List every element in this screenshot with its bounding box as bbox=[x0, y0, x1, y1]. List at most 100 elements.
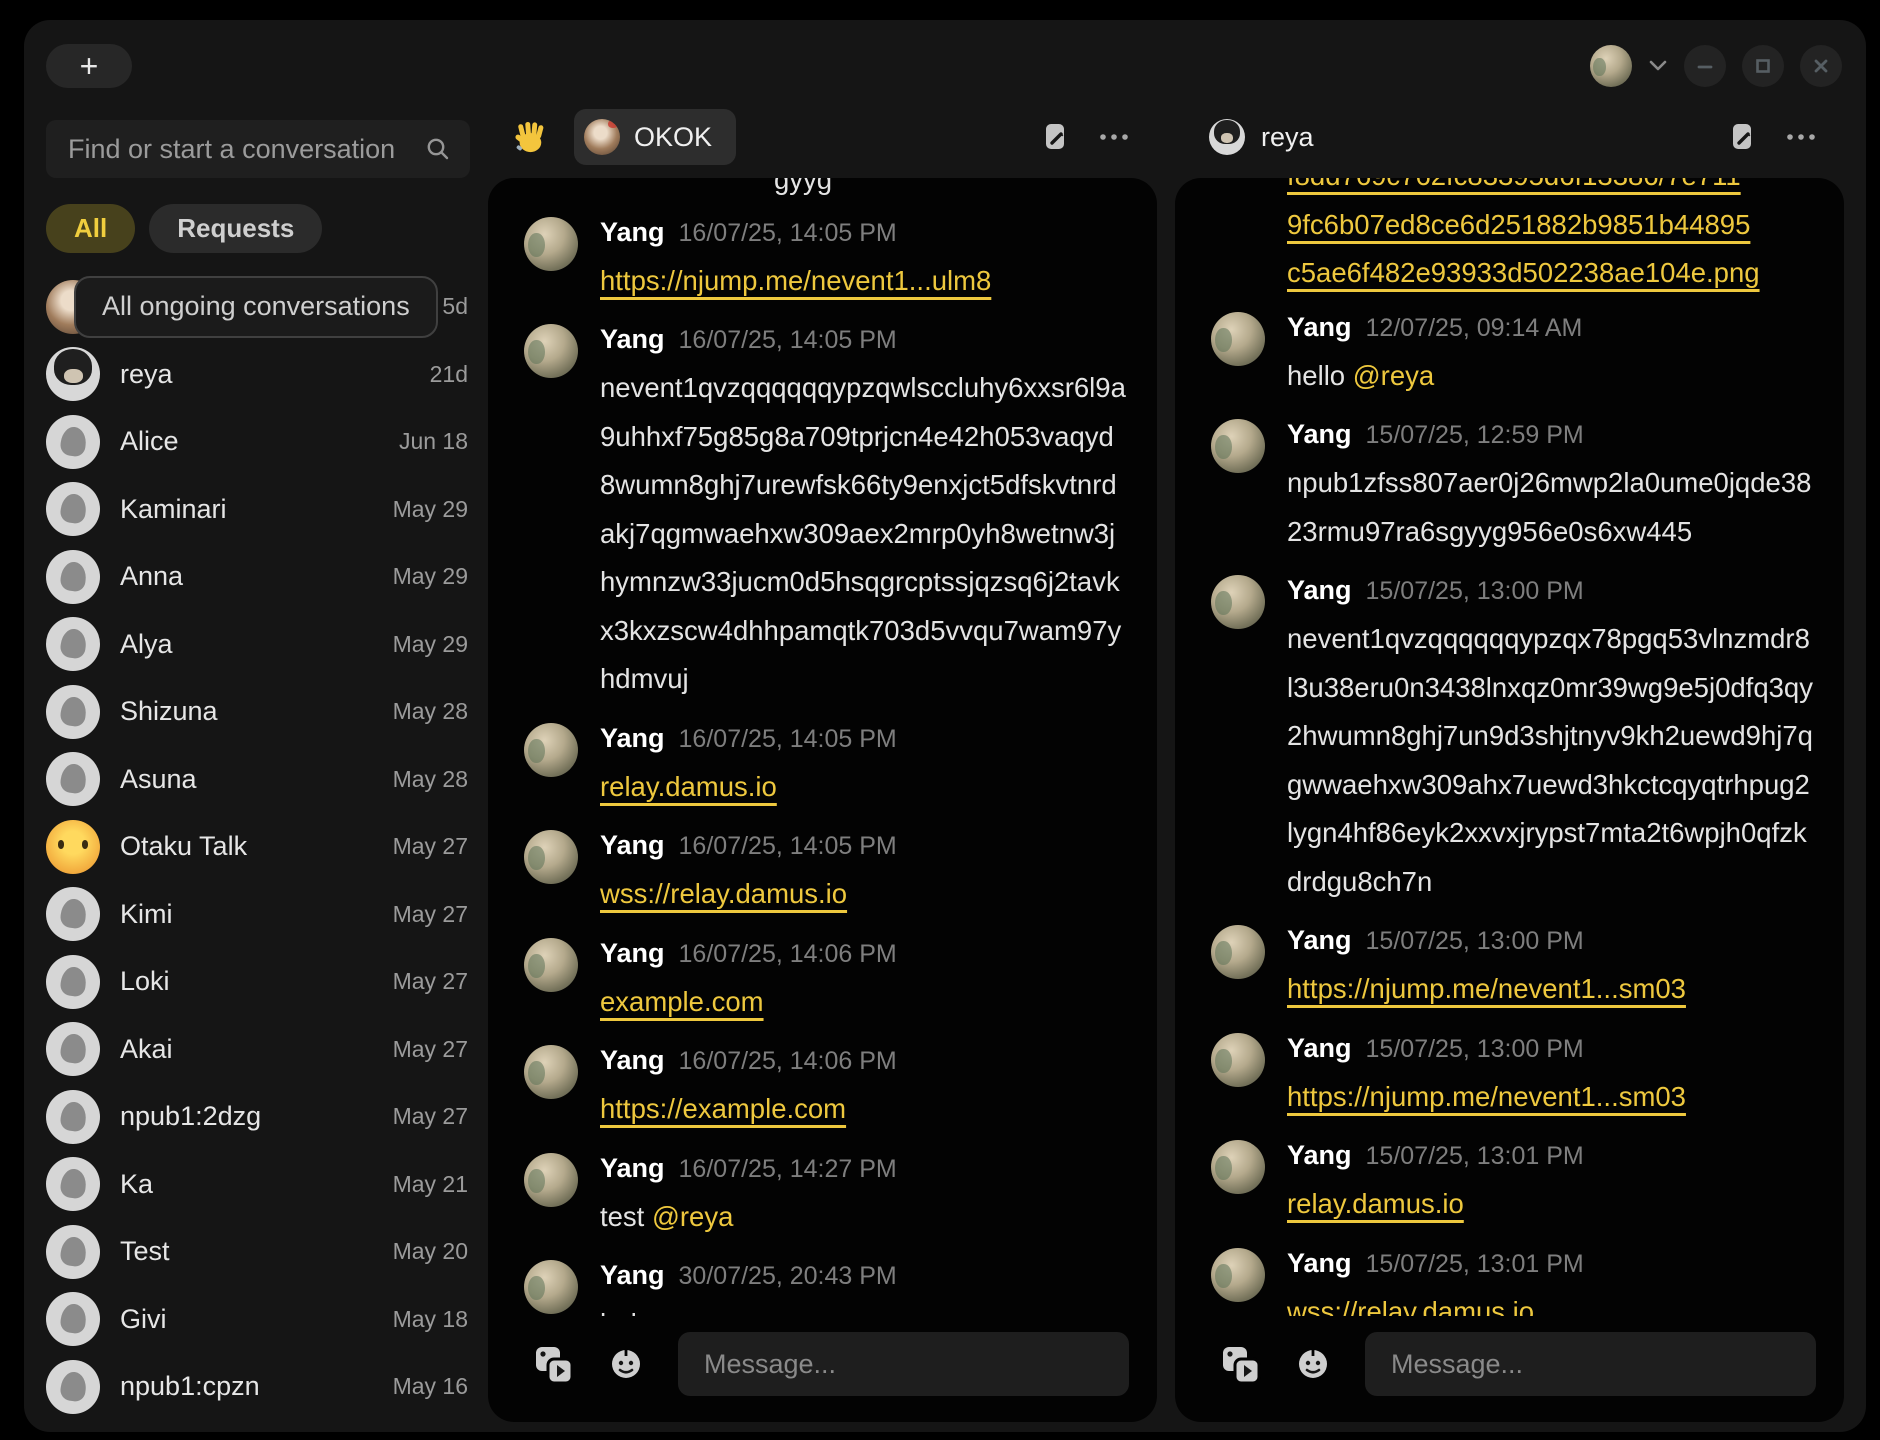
overflow-menu-icon[interactable] bbox=[1097, 132, 1131, 142]
tab-requests[interactable]: Requests bbox=[149, 204, 322, 253]
message-link[interactable]: https://njump.me/nevent1...ulm8 bbox=[600, 265, 991, 296]
message-link[interactable]: https://njump.me/nevent1...sm03 bbox=[1287, 973, 1686, 1004]
conversation-row[interactable]: AkaiMay 27 bbox=[46, 1016, 470, 1084]
message-link[interactable]: https://njump.me/nevent1...sm03 bbox=[1287, 1081, 1686, 1112]
conversation-row-hovered[interactable]: All ongoing conversations 5d bbox=[46, 273, 470, 341]
conversation-date: May 29 bbox=[393, 631, 470, 658]
chat-avatar[interactable] bbox=[1209, 119, 1245, 155]
avatar[interactable] bbox=[524, 1153, 578, 1207]
chat-header: reya bbox=[1175, 108, 1844, 166]
wave-hand-emoji bbox=[512, 119, 548, 155]
message-link[interactable]: relay.damus.io bbox=[600, 771, 777, 802]
conversation-row[interactable]: KimiMay 27 bbox=[46, 881, 470, 949]
avatar[interactable] bbox=[524, 723, 578, 777]
message: Yang16/07/25, 14:05 PM wss://relay.damus… bbox=[524, 830, 1127, 919]
plus-icon: + bbox=[80, 50, 99, 82]
message-text: hello bbox=[1287, 360, 1353, 391]
clipped-link-lines[interactable]: f8dd769c762fc83395d6f13386/7e711 9fc6b07… bbox=[1287, 178, 1814, 298]
conversation-date: May 28 bbox=[393, 698, 470, 725]
avatar bbox=[46, 1022, 100, 1076]
message-author: Yang bbox=[600, 217, 665, 248]
mention-link[interactable]: @reya bbox=[652, 1201, 733, 1232]
tab-all[interactable]: All bbox=[46, 204, 135, 253]
message-timestamp: 12/07/25, 09:14 AM bbox=[1366, 314, 1583, 343]
media-gif-icon[interactable] bbox=[532, 1343, 574, 1385]
mention-link[interactable]: @reya bbox=[1353, 360, 1434, 391]
message-author: Yang bbox=[1287, 419, 1352, 450]
media-gif-icon[interactable] bbox=[1219, 1343, 1261, 1385]
conversation-row[interactable]: Otaku TalkMay 27 bbox=[46, 813, 470, 881]
account-avatar[interactable] bbox=[1590, 45, 1632, 87]
avatar[interactable] bbox=[524, 324, 578, 378]
avatar[interactable] bbox=[524, 830, 578, 884]
avatar[interactable] bbox=[524, 1260, 578, 1314]
overflow-menu-icon[interactable] bbox=[1784, 132, 1818, 142]
minimize-icon bbox=[1695, 56, 1715, 76]
compose-note-icon[interactable] bbox=[1041, 121, 1071, 153]
conversation-row[interactable]: Shizuna May 28 bbox=[46, 678, 470, 746]
app-window: + bbox=[24, 20, 1866, 1432]
message-author: Yang bbox=[1287, 1140, 1352, 1171]
avatar[interactable] bbox=[1211, 312, 1265, 366]
conversation-date: May 27 bbox=[393, 1036, 470, 1063]
message-author: Yang bbox=[600, 1153, 665, 1184]
message-timestamp: 16/07/25, 14:05 PM bbox=[679, 219, 897, 248]
conversation-row[interactable]: AlyaMay 29 bbox=[46, 611, 470, 679]
conversation-row[interactable]: AliceJun 18 bbox=[46, 408, 470, 476]
avatar[interactable] bbox=[1211, 925, 1265, 979]
message: Yang12/07/25, 09:14 AM hello @reya bbox=[1211, 312, 1814, 401]
avatar[interactable] bbox=[524, 938, 578, 992]
conversation-name: Anna bbox=[120, 561, 183, 592]
message-author: Yang bbox=[1287, 925, 1352, 956]
search-bar[interactable] bbox=[46, 120, 470, 178]
compose-note-icon[interactable] bbox=[1728, 121, 1758, 153]
conversation-row[interactable]: GiviMay 18 bbox=[46, 1286, 470, 1354]
message: Yang16/07/25, 14:06 PM example.com bbox=[524, 938, 1127, 1027]
chevron-down-icon[interactable] bbox=[1648, 58, 1668, 74]
conversation-row[interactable]: npub1:cpznMay 16 bbox=[46, 1353, 470, 1421]
message-link[interactable]: relay.damus.io bbox=[1287, 1188, 1464, 1219]
search-input[interactable] bbox=[66, 133, 424, 166]
conversation-row[interactable]: KaminariMay 29 bbox=[46, 476, 470, 544]
chat-panel-okok: OKOK gyyg Yang16/07/25, 14:05 PM https:/… bbox=[488, 108, 1157, 1422]
conversation-row[interactable]: AnnaMay 29 bbox=[46, 543, 470, 611]
conversation-row[interactable]: KaMay 21 bbox=[46, 1151, 470, 1219]
avatar[interactable] bbox=[524, 1045, 578, 1099]
conversation-row[interactable]: TestMay 20 bbox=[46, 1218, 470, 1286]
chat-title-pill[interactable]: OKOK bbox=[574, 109, 736, 165]
composer bbox=[1175, 1316, 1844, 1422]
conversation-row[interactable]: LokiMay 27 bbox=[46, 948, 470, 1016]
emoji-smiley-icon[interactable] bbox=[1293, 1344, 1333, 1384]
conversation-row[interactable]: reya21d bbox=[46, 341, 470, 409]
minimize-button[interactable] bbox=[1684, 45, 1726, 87]
conversation-name: Shizuna bbox=[120, 696, 218, 727]
avatar[interactable] bbox=[1211, 575, 1265, 629]
conversation-list[interactable]: All ongoing conversations 5d reya21d Ali… bbox=[46, 273, 470, 1422]
titlebar: + bbox=[24, 20, 1866, 102]
avatar bbox=[46, 1360, 100, 1414]
message-link[interactable]: https://example.com bbox=[600, 1093, 846, 1124]
message-scroll-area[interactable]: f8dd769c762fc83395d6f13386/7e711 9fc6b07… bbox=[1175, 178, 1844, 1316]
message-input[interactable] bbox=[678, 1332, 1129, 1396]
conversation-row[interactable]: AsunaMay 28 bbox=[46, 746, 470, 814]
message-scroll-area[interactable]: gyyg Yang16/07/25, 14:05 PM https://njum… bbox=[488, 178, 1157, 1316]
new-chat-button[interactable]: + bbox=[46, 44, 132, 88]
maximize-button[interactable] bbox=[1742, 45, 1784, 87]
message: Yang15/07/25, 12:59 PM npub1zfss807aer0j… bbox=[1211, 419, 1814, 556]
avatar[interactable] bbox=[1211, 1033, 1265, 1087]
avatar[interactable] bbox=[1211, 1248, 1265, 1302]
avatar[interactable] bbox=[524, 217, 578, 271]
message-link[interactable]: wss://relay.damus.io bbox=[600, 878, 847, 909]
avatar bbox=[46, 482, 100, 536]
message-panel: f8dd769c762fc83395d6f13386/7e711 9fc6b07… bbox=[1175, 178, 1844, 1422]
message-input[interactable] bbox=[1365, 1332, 1816, 1396]
emoji-smiley-icon[interactable] bbox=[606, 1344, 646, 1384]
message-link[interactable]: wss://relay.damus.io bbox=[1287, 1296, 1534, 1317]
conversation-row[interactable]: npub1:2dzgMay 27 bbox=[46, 1083, 470, 1151]
search-icon bbox=[424, 135, 452, 163]
avatar[interactable] bbox=[1211, 419, 1265, 473]
avatar[interactable] bbox=[1211, 1140, 1265, 1194]
close-button[interactable] bbox=[1800, 45, 1842, 87]
message-link[interactable]: example.com bbox=[600, 986, 764, 1017]
avatar bbox=[46, 347, 100, 401]
